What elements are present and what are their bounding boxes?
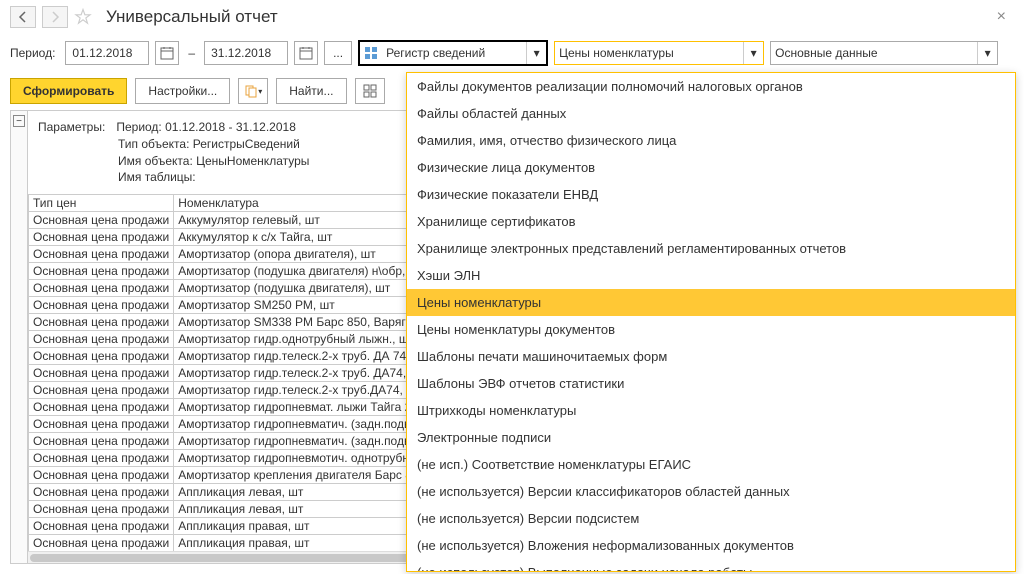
- period-label: Период:: [10, 46, 55, 60]
- combo-text: Регистр сведений: [382, 46, 526, 60]
- combo-text: Основные данные: [771, 46, 977, 60]
- calendar-from-button[interactable]: [155, 41, 179, 65]
- dropdown-item[interactable]: Файлы документов реализации полномочий н…: [407, 73, 1015, 100]
- page-title: Универсальный отчет: [106, 7, 278, 27]
- params-period: Период: 01.12.2018 - 31.12.2018: [116, 120, 296, 134]
- copy-icon: [244, 84, 258, 98]
- settings-button[interactable]: Настройки...: [135, 78, 230, 104]
- dropdown-item[interactable]: Шаблоны печати машиночитаемых форм: [407, 343, 1015, 370]
- params-header: Параметры:: [38, 119, 113, 136]
- calendar-to-button[interactable]: [294, 41, 318, 65]
- period-picker-button[interactable]: ...: [324, 41, 352, 65]
- cell-price-type: Основная цена продажи: [29, 348, 174, 365]
- header-bar: Универсальный отчет ×: [0, 0, 1024, 34]
- object-name-combo[interactable]: Цены номенклатуры ▾: [554, 41, 764, 65]
- nav-back-button[interactable]: [10, 6, 36, 28]
- date-to-input[interactable]: 31.12.2018: [204, 41, 288, 65]
- dropdown-item[interactable]: (не используется) Выполненные задачи нач…: [407, 559, 1015, 572]
- dropdown-item[interactable]: Цены номенклатуры документов: [407, 316, 1015, 343]
- cell-price-type: Основная цена продажи: [29, 433, 174, 450]
- dropdown-item[interactable]: Файлы областей данных: [407, 100, 1015, 127]
- cell-price-type: Основная цена продажи: [29, 263, 174, 280]
- date-separator: –: [188, 46, 195, 60]
- nav-forward-button[interactable]: [42, 6, 68, 28]
- dropdown-item[interactable]: Физические показатели ЕНВД: [407, 181, 1015, 208]
- cell-price-type: Основная цена продажи: [29, 399, 174, 416]
- expand-groups-button[interactable]: [355, 78, 385, 104]
- variants-button[interactable]: ▾: [238, 78, 268, 104]
- date-from-input[interactable]: 01.12.2018: [65, 41, 149, 65]
- combo-text: Цены номенклатуры: [555, 46, 743, 60]
- arrow-right-icon: [49, 11, 61, 23]
- dropdown-item[interactable]: Штрихкоды номенклатуры: [407, 397, 1015, 424]
- cell-price-type: Основная цена продажи: [29, 246, 174, 263]
- dropdown-item[interactable]: (не исп.) Соответствие номенклатуры ЕГАИ…: [407, 451, 1015, 478]
- column-header-type: Тип цен: [29, 195, 174, 212]
- object-type-combo[interactable]: Регистр сведений ▾: [358, 40, 548, 66]
- close-button[interactable]: ×: [989, 8, 1014, 26]
- dropdown-item[interactable]: Электронные подписи: [407, 424, 1015, 451]
- period-toolbar: Период: 01.12.2018 – 31.12.2018 ... Реги…: [0, 34, 1024, 72]
- cell-price-type: Основная цена продажи: [29, 331, 174, 348]
- cell-price-type: Основная цена продажи: [29, 484, 174, 501]
- register-icon: [364, 46, 378, 60]
- dropdown-panel: Файлы документов реализации полномочий н…: [406, 72, 1016, 572]
- chevron-down-icon[interactable]: ▾: [743, 42, 763, 64]
- star-icon[interactable]: [74, 8, 92, 26]
- dropdown-item[interactable]: (не используется) Версии классификаторов…: [407, 478, 1015, 505]
- cell-price-type: Основная цена продажи: [29, 535, 174, 552]
- table-name-combo[interactable]: Основные данные ▾: [770, 41, 998, 65]
- cell-price-type: Основная цена продажи: [29, 280, 174, 297]
- cell-price-type: Основная цена продажи: [29, 229, 174, 246]
- tree-collapse-button[interactable]: −: [13, 115, 25, 127]
- dropdown-item[interactable]: Фамилия, имя, отчество физического лица: [407, 127, 1015, 154]
- dropdown-item[interactable]: Хранилище электронных представлений регл…: [407, 235, 1015, 262]
- calendar-icon: [299, 46, 313, 60]
- find-button[interactable]: Найти...: [276, 78, 346, 104]
- generate-button[interactable]: Сформировать: [10, 78, 127, 104]
- chevron-down-icon[interactable]: ▾: [526, 42, 546, 64]
- dropdown-item[interactable]: Физические лица документов: [407, 154, 1015, 181]
- dropdown-item[interactable]: (не используется) Вложения неформализова…: [407, 532, 1015, 559]
- dropdown-item[interactable]: (не используется) Версии подсистем: [407, 505, 1015, 532]
- tree-column: −: [10, 110, 28, 564]
- dropdown-item[interactable]: Хэши ЭЛН: [407, 262, 1015, 289]
- chevron-down-icon[interactable]: ▾: [977, 42, 997, 64]
- dropdown-item[interactable]: Цены номенклатуры: [407, 289, 1015, 316]
- cell-price-type: Основная цена продажи: [29, 382, 174, 399]
- scroll-thumb[interactable]: [30, 554, 410, 562]
- calendar-icon: [160, 46, 174, 60]
- cell-price-type: Основная цена продажи: [29, 212, 174, 229]
- cell-price-type: Основная цена продажи: [29, 416, 174, 433]
- cell-price-type: Основная цена продажи: [29, 314, 174, 331]
- cell-price-type: Основная цена продажи: [29, 518, 174, 535]
- arrow-left-icon: [17, 11, 29, 23]
- cell-price-type: Основная цена продажи: [29, 467, 174, 484]
- expand-icon: [363, 84, 377, 98]
- cell-price-type: Основная цена продажи: [29, 501, 174, 518]
- cell-price-type: Основная цена продажи: [29, 450, 174, 467]
- cell-price-type: Основная цена продажи: [29, 297, 174, 314]
- dropdown-item[interactable]: Хранилище сертификатов: [407, 208, 1015, 235]
- dropdown-item[interactable]: Шаблоны ЭВФ отчетов статистики: [407, 370, 1015, 397]
- cell-price-type: Основная цена продажи: [29, 365, 174, 382]
